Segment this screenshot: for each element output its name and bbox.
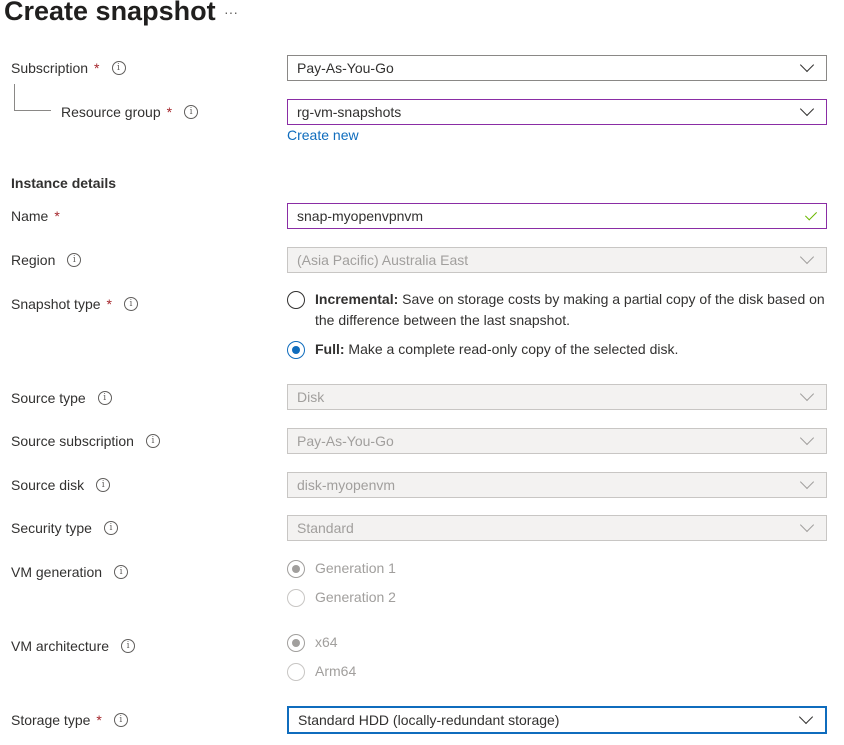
info-icon[interactable]: i [104, 521, 118, 535]
name-label: Name * [11, 208, 60, 224]
radio-full[interactable]: Full: Make a complete read-only copy of … [287, 341, 835, 360]
chevron-down-icon [800, 431, 814, 445]
source-type-label: Source type i [11, 390, 112, 406]
label-text: Storage type [11, 712, 90, 728]
security-type-dropdown: Standard [287, 515, 827, 541]
label-text: Name [11, 208, 48, 224]
subscription-dropdown[interactable]: Pay-As-You-Go [287, 55, 827, 81]
info-icon[interactable]: i [114, 565, 128, 579]
dropdown-value: Pay-As-You-Go [288, 433, 802, 449]
info-icon[interactable]: i [98, 391, 112, 405]
label-text: Region [11, 252, 55, 268]
radio-circle [287, 634, 305, 652]
radio-generation-2: Generation 2 [287, 589, 835, 608]
label-text: Source subscription [11, 433, 134, 449]
input-value: snap-myopenvpnvm [288, 208, 808, 224]
section-heading: Instance details [11, 175, 116, 191]
chevron-down-icon [799, 710, 813, 724]
label-text: VM generation [11, 564, 102, 580]
security-type-label: Security type i [11, 520, 118, 536]
radio-label: Generation 2 [315, 587, 835, 608]
required-mark: * [107, 296, 112, 312]
source-disk-label: Source disk i [11, 477, 110, 493]
radio-arm64: Arm64 [287, 663, 835, 682]
dropdown-value: Pay-As-You-Go [288, 60, 802, 76]
dropdown-value: Standard [288, 520, 802, 536]
label-text: VM architecture [11, 638, 109, 654]
vm-architecture-label: VM architecture i [11, 638, 135, 654]
label-text: Resource group [61, 104, 161, 120]
info-icon[interactable]: i [96, 478, 110, 492]
radio-x64: x64 [287, 634, 835, 653]
info-icon[interactable]: i [121, 639, 135, 653]
snapshot-type-label: Snapshot type * i [11, 296, 138, 312]
chevron-down-icon [800, 475, 814, 489]
chevron-down-icon [800, 518, 814, 532]
label-text: Subscription [11, 60, 88, 76]
required-mark: * [54, 208, 59, 224]
subscription-label: Subscription * i [11, 60, 126, 76]
label-text: Security type [11, 520, 92, 536]
radio-generation-1: Generation 1 [287, 560, 835, 579]
label-text: Source type [11, 390, 86, 406]
radio-label: Incremental: Save on storage costs by ma… [315, 289, 835, 331]
label-text: Source disk [11, 477, 84, 493]
info-icon[interactable]: i [112, 61, 126, 75]
tree-connector [14, 84, 51, 111]
radio-label: x64 [315, 632, 835, 653]
radio-circle[interactable] [287, 341, 305, 359]
source-disk-dropdown: disk-myopenvm [287, 472, 827, 498]
radio-incremental[interactable]: Incremental: Save on storage costs by ma… [287, 291, 835, 331]
resource-group-label: Resource group * i [61, 104, 198, 120]
required-mark: * [96, 712, 101, 728]
radio-circle [287, 560, 305, 578]
source-subscription-dropdown: Pay-As-You-Go [287, 428, 827, 454]
more-options-button[interactable]: ··· [224, 4, 238, 20]
chevron-down-icon [800, 250, 814, 264]
source-type-dropdown: Disk [287, 384, 827, 410]
page-title: Create snapshot [4, 0, 216, 27]
info-icon[interactable]: i [67, 253, 81, 267]
resource-group-dropdown[interactable]: rg-vm-snapshots [287, 99, 827, 125]
info-icon[interactable]: i [184, 105, 198, 119]
source-subscription-label: Source subscription i [11, 433, 160, 449]
region-dropdown: (Asia Pacific) Australia East [287, 247, 827, 273]
dropdown-value: Disk [288, 389, 802, 405]
label-text: Snapshot type [11, 296, 101, 312]
vm-generation-label: VM generation i [11, 564, 128, 580]
radio-label: Generation 1 [315, 558, 835, 579]
dropdown-value: (Asia Pacific) Australia East [288, 252, 802, 268]
create-new-link[interactable]: Create new [287, 127, 359, 143]
radio-label-bold: Incremental: [315, 291, 398, 307]
radio-label: Arm64 [315, 661, 835, 682]
required-mark: * [167, 104, 172, 120]
name-input[interactable]: snap-myopenvpnvm [287, 203, 827, 229]
chevron-down-icon [800, 58, 814, 72]
region-label: Regioni [11, 252, 81, 268]
radio-label-bold: Full: [315, 341, 345, 357]
dropdown-value: disk-myopenvm [288, 477, 802, 493]
radio-circle [287, 589, 305, 607]
storage-type-dropdown[interactable]: Standard HDD (locally-redundant storage) [287, 706, 827, 734]
dropdown-value: Standard HDD (locally-redundant storage) [289, 712, 801, 728]
radio-label: Full: Make a complete read-only copy of … [315, 339, 835, 360]
radio-label-text: Make a complete read-only copy of the se… [345, 341, 679, 357]
info-icon[interactable]: i [114, 713, 128, 727]
info-icon[interactable]: i [124, 297, 138, 311]
radio-circle [287, 663, 305, 681]
chevron-down-icon [800, 387, 814, 401]
info-icon[interactable]: i [146, 434, 160, 448]
chevron-down-icon [800, 102, 814, 116]
dropdown-value: rg-vm-snapshots [288, 104, 802, 120]
radio-circle[interactable] [287, 291, 305, 309]
storage-type-label: Storage type * i [11, 712, 128, 728]
required-mark: * [94, 60, 99, 76]
